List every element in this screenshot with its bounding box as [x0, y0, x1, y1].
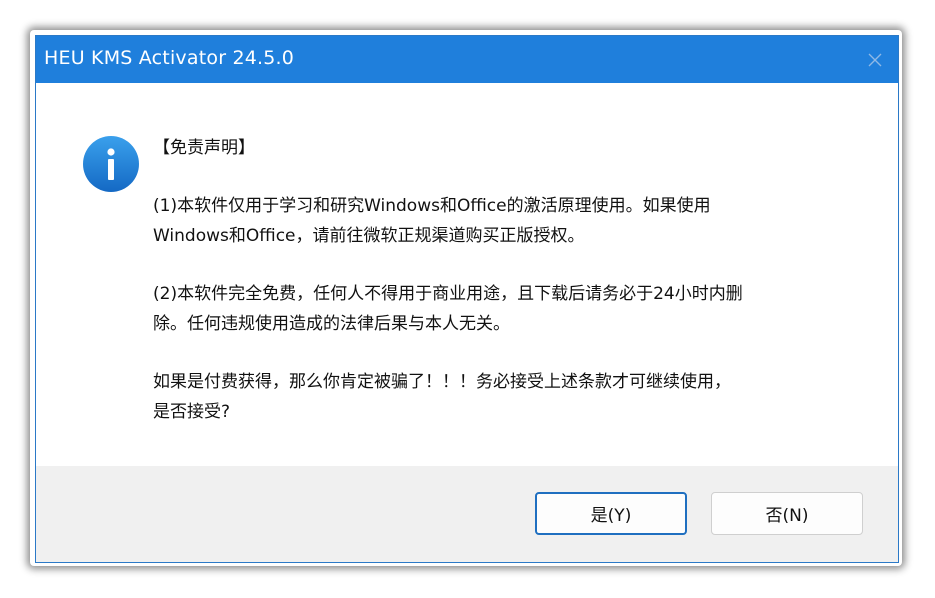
disclaimer-message: 【免责声明】 (1)本软件仅用于学习和研究Windows和Office的激活原理…	[153, 133, 853, 427]
close-button[interactable]	[852, 36, 898, 83]
window-title: HEU KMS Activator 24.5.0	[44, 47, 295, 69]
dialog-content: 【免责声明】 (1)本软件仅用于学习和研究Windows和Office的激活原理…	[36, 83, 898, 466]
message-line: 除。任何违规使用造成的法律后果与本人无关。	[153, 314, 510, 334]
button-bar: 是(Y) 否(N)	[36, 466, 898, 562]
close-icon	[868, 53, 882, 66]
info-icon	[82, 135, 140, 193]
message-line: (1)本软件仅用于学习和研究Windows和Office的激活原理使用。如果使用	[153, 196, 711, 216]
message-line: Windows和Office，请前往微软正规渠道购买正版授权。	[153, 226, 585, 246]
message-line: (2)本软件完全免费，任何人不得用于商业用途，且下载后请务必于24小时内删	[153, 284, 743, 304]
message-line: 是否接受?	[153, 402, 231, 422]
disclaimer-heading: 【免责声明】	[153, 138, 255, 158]
title-bar[interactable]: HEU KMS Activator 24.5.0	[36, 36, 898, 83]
yes-button[interactable]: 是(Y)	[535, 492, 687, 535]
message-line: 如果是付费获得，那么你肯定被骗了！！！务必接受上述条款才可继续使用，	[153, 372, 731, 392]
no-button[interactable]: 否(N)	[711, 492, 863, 535]
message-dialog: HEU KMS Activator 24.5.0 【免责声明】 (1)本软件仅用…	[35, 35, 899, 563]
